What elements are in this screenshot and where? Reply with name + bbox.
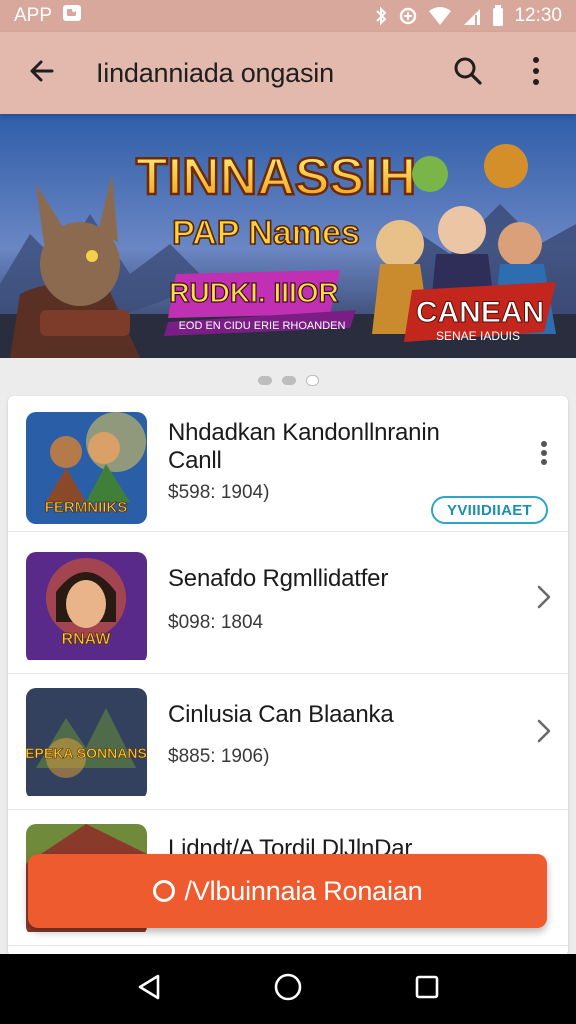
item-price: $885: 1906) <box>168 746 270 767</box>
status-right: 12:30 <box>374 5 562 27</box>
status-time: 12:30 <box>514 5 562 26</box>
primary-action-label: /Vlbuinnaia Ronaian <box>184 875 423 906</box>
banner-tagline: PAP Names <box>172 214 360 252</box>
vibrate-icon <box>398 6 418 26</box>
more-vert-icon <box>540 441 548 470</box>
promo-banner[interactable]: TINNASSIH PAP Names RUDKI. IIIOR EOD EN … <box>0 114 576 358</box>
item-title: Cinlusia Can Blaanka <box>168 701 394 728</box>
thumb-label: FERMNIIKS <box>45 499 128 516</box>
item-thumbnail: RNAW <box>26 552 147 664</box>
carousel-dot[interactable] <box>305 374 319 386</box>
banner-headline: TINNASSIH <box>136 148 416 206</box>
app-bar: Iindanniada ongasin <box>0 32 576 114</box>
notification-icon <box>62 3 82 29</box>
page-title: Iindanniada ongasin <box>96 57 334 88</box>
circle-icon <box>152 880 175 902</box>
item-more-button[interactable] <box>540 440 548 471</box>
nav-recents-icon <box>414 974 440 1005</box>
status-bar: APP 12:30 <box>0 0 576 32</box>
carousel-dot[interactable] <box>257 375 272 385</box>
nav-back-icon <box>136 973 162 1006</box>
status-app-label: APP <box>14 5 53 26</box>
item-thumbnail: FERMNIIKS <box>26 412 147 524</box>
status-left: APP <box>14 3 82 29</box>
status-badge[interactable]: YVIIIDIIAET <box>431 496 548 524</box>
battery-icon <box>492 5 504 27</box>
chevron-right-icon[interactable] <box>536 718 552 749</box>
banner-badge: CANEAN <box>416 296 544 329</box>
more-vert-icon <box>531 56 541 91</box>
search-icon <box>453 56 483 91</box>
item-title: Senafdo Rgmllidatfer <box>168 565 389 592</box>
list-item[interactable]: EPEKA SONNANS Cinlusia Can Blaanka $885:… <box>8 674 568 810</box>
carousel-dot[interactable] <box>281 375 296 385</box>
overflow-menu-button[interactable] <box>504 41 568 105</box>
banner-badge-subtext: SENAE IADUIS <box>436 329 520 343</box>
item-price: $598: 1904) <box>168 482 270 503</box>
nav-back-button[interactable] <box>119 959 179 1019</box>
list-item[interactable]: FERMNIIKS Nhdadkan Kandonllnranin Canll … <box>8 396 568 532</box>
item-thumbnail: EPEKA SONNANS <box>26 688 147 800</box>
list-item[interactable]: RNAW Senafdo Rgmllidatfer $098: 1804 <box>8 538 568 674</box>
nav-home-button[interactable] <box>258 959 318 1019</box>
nav-home-icon <box>273 972 303 1007</box>
item-title-line2: Canll <box>168 447 222 474</box>
thumb-label: RNAW <box>62 631 112 648</box>
arrow-back-icon <box>28 57 56 90</box>
item-price: $098: 1804 <box>168 612 264 633</box>
banner-ribbon: RUDKI. IIIOR <box>169 277 339 308</box>
carousel-indicator <box>0 372 576 388</box>
chevron-right-icon[interactable] <box>536 584 552 615</box>
item-title: Nhdadkan Kandonllnranin <box>168 419 440 446</box>
banner-artwork: TINNASSIH PAP Names RUDKI. IIIOR EOD EN … <box>0 114 576 358</box>
banner-subtext: EOD EN CIDU ERIE RHOANDEN <box>179 320 346 332</box>
bluetooth-icon <box>374 6 388 26</box>
thumb-label: EPEKA SONNANS <box>26 745 147 761</box>
back-button[interactable] <box>10 41 74 105</box>
wifi-icon <box>428 6 452 26</box>
search-button[interactable] <box>436 41 500 105</box>
nav-recents-button[interactable] <box>397 959 457 1019</box>
system-nav-bar <box>0 954 576 1024</box>
signal-icon <box>462 6 482 26</box>
primary-action-button[interactable]: /Vlbuinnaia Ronaian <box>28 854 547 928</box>
